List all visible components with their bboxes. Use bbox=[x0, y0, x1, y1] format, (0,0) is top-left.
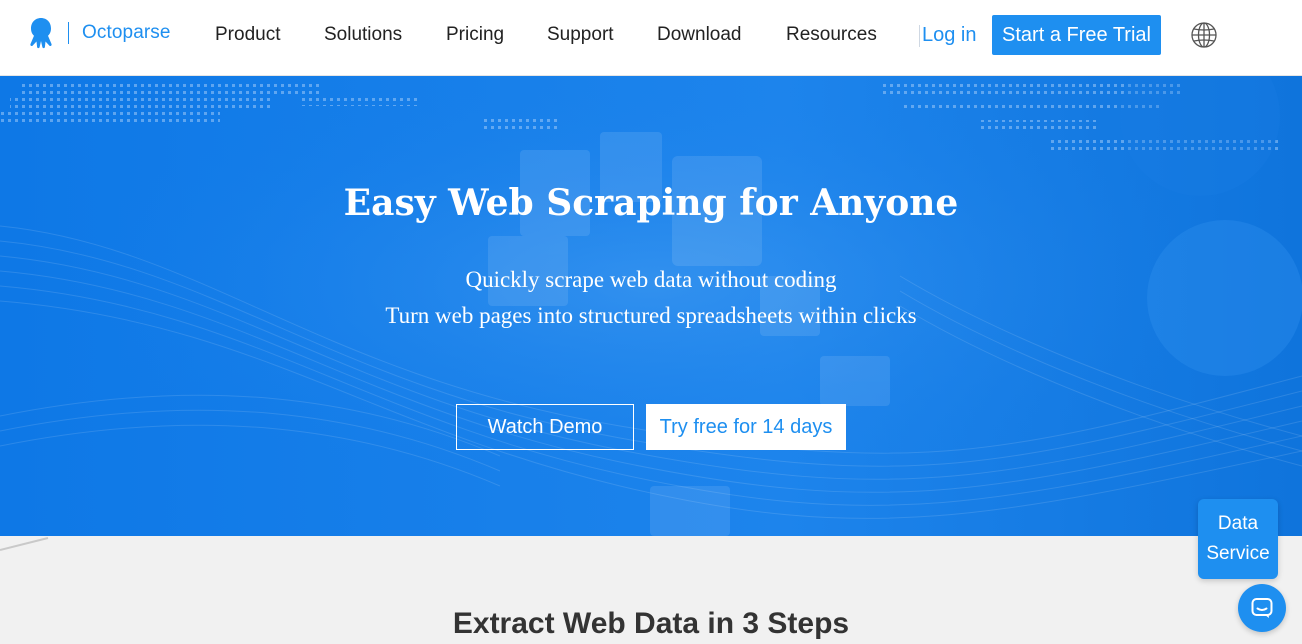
hero-subtitle-line2: Turn web pages into structured spreadshe… bbox=[385, 303, 917, 328]
nav-product[interactable]: Product bbox=[215, 24, 280, 46]
data-service-label-line1: Data bbox=[1217, 513, 1259, 534]
nav-download[interactable]: Download bbox=[657, 24, 742, 46]
hero-subtitle-line1: Quickly scrape web data without coding bbox=[465, 267, 837, 292]
nav-solutions[interactable]: Solutions bbox=[324, 24, 402, 46]
nav-divider bbox=[919, 25, 920, 47]
brand-name: Octoparse bbox=[82, 22, 171, 43]
hero-title: Easy Web Scraping for Anyone bbox=[343, 182, 959, 224]
chat-button[interactable] bbox=[1238, 584, 1286, 632]
try-free-button[interactable]: Try free for 14 days bbox=[646, 404, 846, 450]
data-service-button[interactable]: Data Service bbox=[1198, 499, 1278, 579]
start-free-trial-button[interactable]: Start a Free Trial bbox=[992, 15, 1161, 55]
logo-divider bbox=[68, 22, 69, 44]
steps-section: Extract Web Data in 3 Steps bbox=[0, 536, 1302, 644]
globe-icon[interactable] bbox=[1190, 21, 1218, 49]
data-service-label-line2: Service bbox=[1206, 543, 1270, 564]
brand-logo[interactable]: Octoparse bbox=[26, 17, 171, 49]
decorative-streak bbox=[0, 537, 49, 551]
octopus-logo-icon bbox=[30, 18, 52, 49]
nav-resources[interactable]: Resources bbox=[786, 24, 877, 46]
chat-icon bbox=[1251, 598, 1273, 618]
nav-pricing[interactable]: Pricing bbox=[446, 24, 504, 46]
site-header: Octoparse Product Solutions Pricing Supp… bbox=[0, 0, 1302, 76]
nav-support[interactable]: Support bbox=[547, 24, 614, 46]
login-link[interactable]: Log in bbox=[922, 24, 977, 46]
watch-demo-button[interactable]: Watch Demo bbox=[456, 404, 634, 450]
hero-banner: Easy Web Scraping for Anyone Quickly scr… bbox=[0, 76, 1302, 536]
steps-title: Extract Web Data in 3 Steps bbox=[452, 607, 850, 640]
